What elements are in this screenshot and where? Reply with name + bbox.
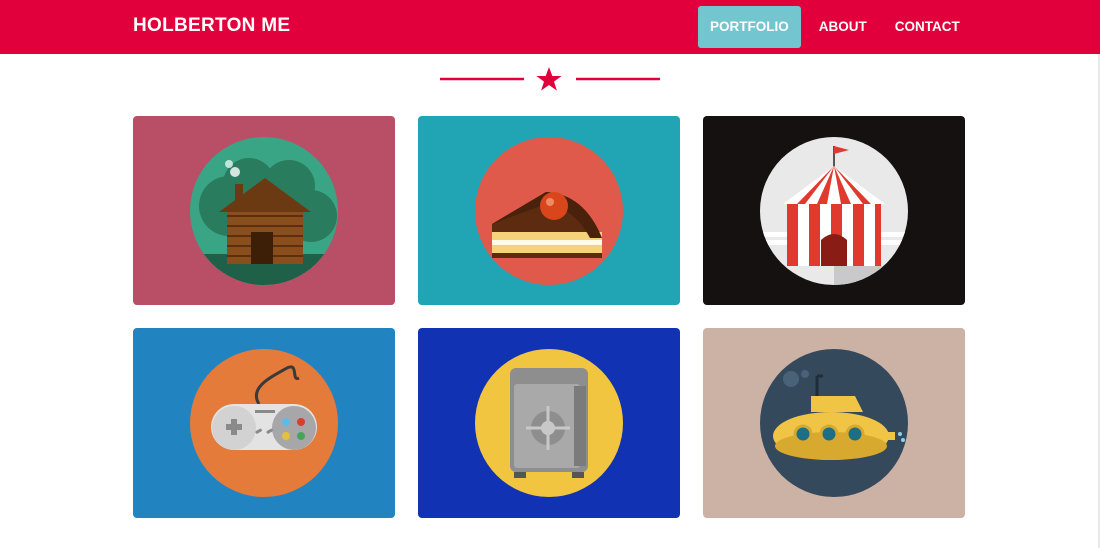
portfolio-card-safe[interactable]: [418, 328, 680, 518]
portfolio-card-controller[interactable]: [133, 328, 395, 518]
nav-links: PORTFOLIO ABOUT CONTACT: [698, 6, 970, 48]
submarine-icon: [760, 349, 908, 497]
game-controller-icon: [190, 349, 338, 497]
log-cabin-icon: [190, 137, 338, 285]
cake-slice-icon: [475, 137, 623, 285]
nav-link-about[interactable]: ABOUT: [809, 6, 877, 48]
nav-link-portfolio[interactable]: PORTFOLIO: [698, 6, 801, 48]
portfolio-card-circus[interactable]: [703, 116, 965, 305]
portfolio-card-cabin[interactable]: [133, 116, 395, 305]
portfolio-card-submarine[interactable]: [703, 328, 965, 518]
star-icon: [536, 67, 562, 91]
navbar: HOLBERTON ME PORTFOLIO ABOUT CONTACT: [0, 0, 1100, 54]
star-divider: [440, 67, 660, 91]
brand-logo[interactable]: HOLBERTON ME: [133, 15, 290, 37]
safe-icon: [475, 349, 623, 497]
nav-link-contact[interactable]: CONTACT: [885, 6, 970, 48]
circus-tent-icon: [760, 137, 908, 285]
portfolio-card-cake[interactable]: [418, 116, 680, 305]
